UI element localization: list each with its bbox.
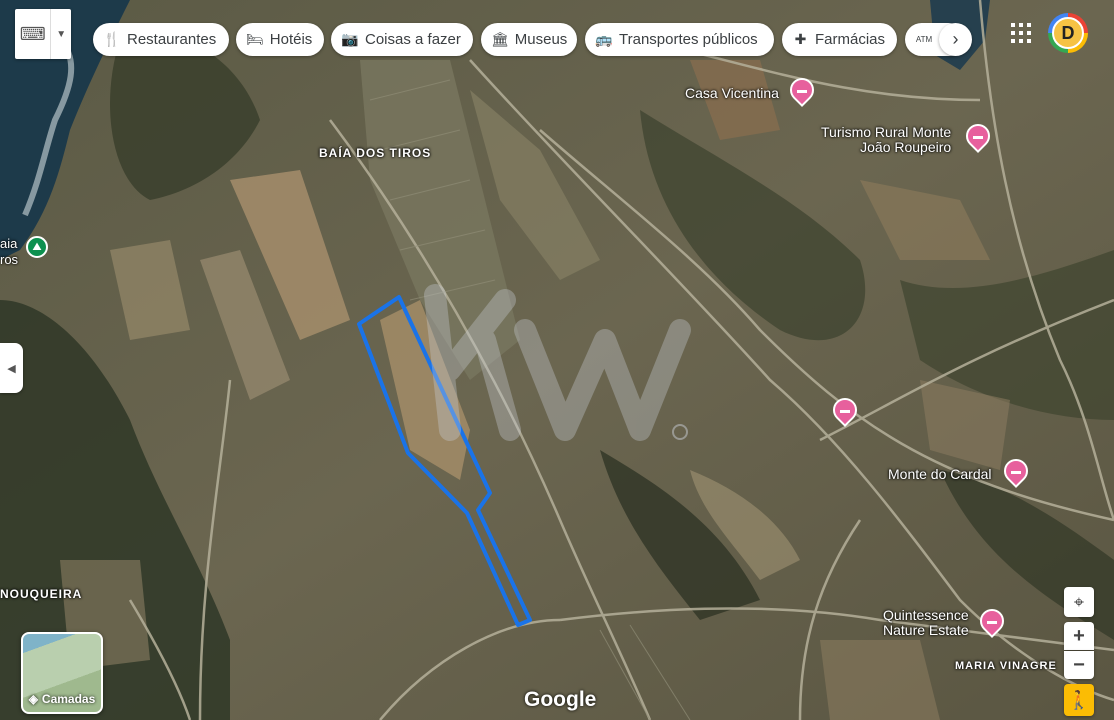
google-logo: Google	[524, 688, 597, 711]
chip-label: Farmácias	[814, 31, 885, 48]
place-label-casa-vicentina[interactable]: Casa Vicentina	[685, 85, 779, 101]
pegman-button[interactable]: 🚶	[1064, 684, 1094, 716]
chevron-left-icon: ◀	[7, 362, 16, 375]
chip-label: Transportes públicos	[619, 31, 758, 48]
camera-icon: 📷	[341, 31, 359, 47]
pegman-icon: 🚶	[1067, 689, 1091, 710]
chip-farmacias[interactable]: ✚ Farmácias	[782, 23, 897, 56]
keyboard-icon: ⌨	[19, 23, 46, 44]
my-location-button[interactable]: ⌖	[1064, 587, 1094, 617]
place-label-maria-vinagre: MARIA VINAGRE	[955, 660, 1057, 672]
apps-grid-icon[interactable]	[1010, 22, 1032, 44]
bed-icon: ▬	[987, 615, 997, 627]
layers-button[interactable]: ◈ Camadas	[21, 632, 103, 714]
chip-transportes-publicos[interactable]: 🚌 Transportes públicos	[585, 23, 774, 56]
bed-icon: ▬	[1011, 465, 1021, 477]
place-label-nouqueira: NOUQUEIRA	[0, 587, 83, 601]
chip-label: Restaurantes	[127, 31, 217, 48]
cutlery-icon: 🍴	[103, 31, 121, 47]
atm-icon: ATM	[915, 35, 933, 44]
place-label-baia-tiros: aia ros	[0, 236, 19, 267]
chip-label: Museus	[514, 31, 568, 48]
chip-hoteis[interactable]: 🛏 Hotéis	[236, 23, 324, 56]
bus-icon: 🚌	[595, 31, 613, 47]
avatar[interactable]: D	[1048, 13, 1088, 53]
museum-icon: 🏛	[491, 31, 509, 47]
minus-icon: −	[1073, 653, 1085, 676]
bed-icon: ▬	[840, 404, 850, 416]
input-tools-button[interactable]: ⌨ ▼	[15, 9, 71, 59]
layers-label: Camadas	[41, 692, 96, 706]
chevron-down-icon[interactable]: ▼	[50, 9, 71, 59]
avatar-initial: D	[1052, 17, 1084, 49]
park-icon[interactable]: ⛰	[26, 236, 48, 258]
zoom-out-button[interactable]: −	[1064, 651, 1094, 679]
place-label-turismo-rural[interactable]: Turismo Rural Monte João Roupeiro	[821, 125, 951, 155]
pharmacy-icon: ✚	[794, 31, 807, 47]
place-label-baia-dos-tiros: BAÍA DOS TIROS	[319, 146, 432, 160]
chip-label: Coisas a fazer	[365, 31, 461, 48]
place-label-quintessence[interactable]: Quintessence Nature Estate	[883, 608, 969, 638]
chip-restaurantes[interactable]: 🍴 Restaurantes	[93, 23, 229, 56]
bed-icon: ▬	[797, 84, 807, 96]
crosshair-icon: ⌖	[1073, 591, 1085, 612]
chip-museus[interactable]: 🏛 Museus	[481, 23, 577, 56]
zoom-in-button[interactable]: +	[1064, 622, 1094, 650]
plus-icon: +	[1073, 624, 1085, 647]
chip-label: Hotéis	[269, 31, 313, 48]
collapse-panel-button[interactable]: ◀	[0, 343, 23, 393]
layers-icon: ◈	[28, 692, 38, 706]
bed-icon: 🛏	[246, 31, 264, 47]
chevron-right-icon[interactable]: ›	[939, 23, 972, 56]
place-label-monte-do-cardal[interactable]: Monte do Cardal	[888, 466, 992, 482]
chip-coisas-a-fazer[interactable]: 📷 Coisas a fazer	[331, 23, 473, 56]
bed-icon: ▬	[973, 130, 983, 142]
